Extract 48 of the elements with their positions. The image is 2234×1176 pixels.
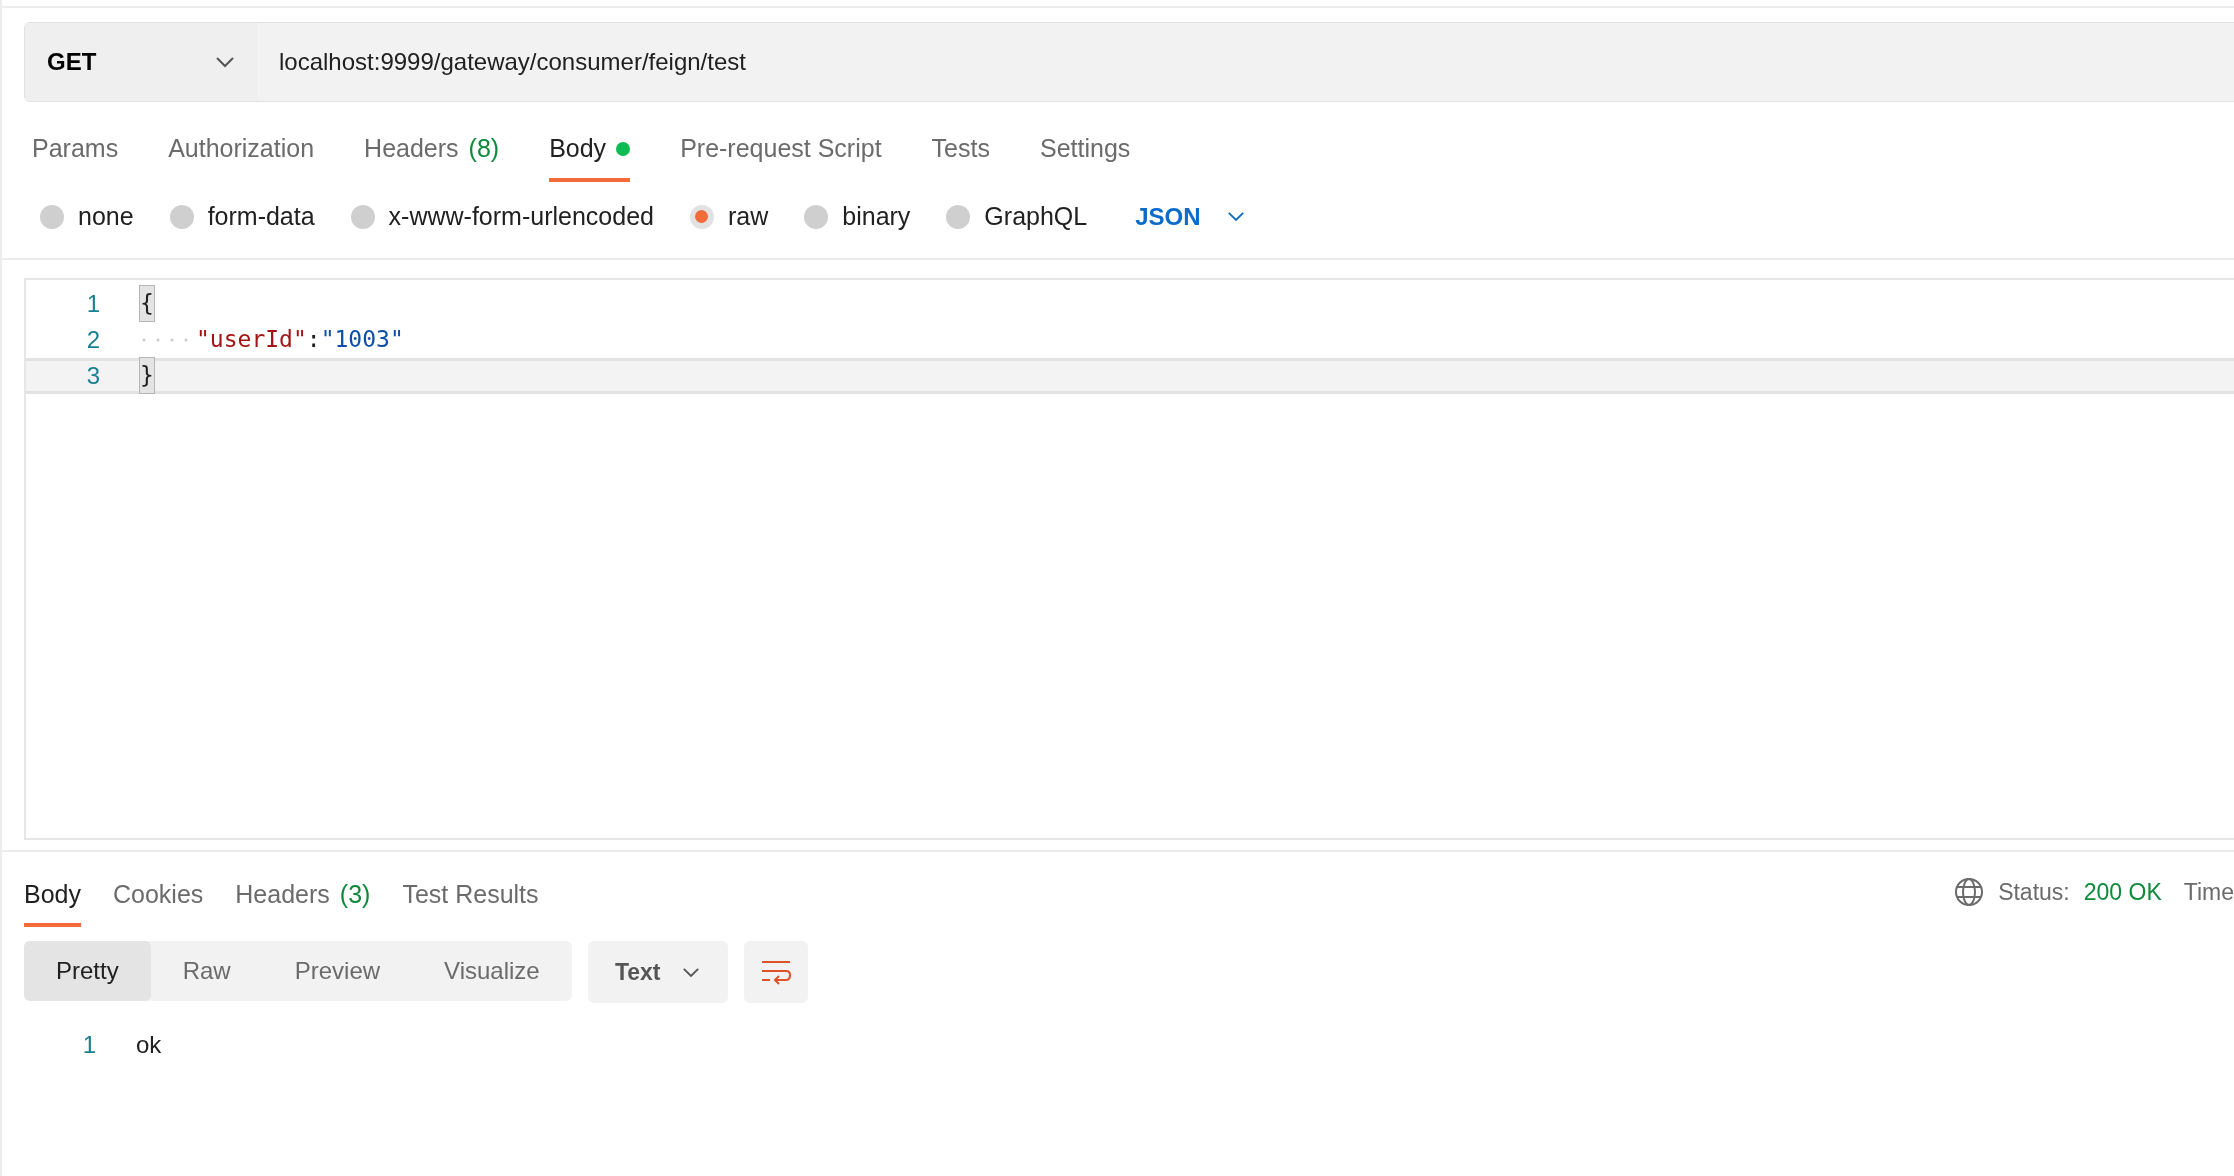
response-tab[interactable]: Headers (3) [235, 867, 371, 927]
code-token: "1003" [320, 325, 404, 355]
request-tab[interactable]: Authorization [168, 122, 315, 182]
radio-button[interactable] [169, 204, 194, 229]
radio-label: binary [842, 200, 911, 232]
request-tab[interactable]: Tests [931, 122, 990, 182]
request-tab[interactable]: Headers (8) [364, 122, 500, 182]
time-label: Time [2183, 878, 2234, 907]
code-token: : [306, 325, 321, 355]
code-token: "userId" [196, 325, 307, 355]
format-dropdown[interactable]: Text [587, 941, 728, 1003]
radio-button[interactable] [40, 204, 64, 229]
response-tab[interactable]: Body [24, 867, 81, 927]
request-tab[interactable]: Pre-request Script [680, 122, 882, 182]
chevron-down-icon [682, 966, 701, 978]
format-dropdown[interactable]: JSON [1129, 197, 1251, 236]
radio-label: none [78, 200, 134, 232]
radio-label: form-data [207, 200, 315, 232]
radio-label: GraphQL [984, 200, 1088, 232]
code-editor[interactable]: 1 { 2 "userId":"1003" 3 } [24, 277, 2234, 840]
code-token: { [140, 286, 154, 321]
request-tab[interactable]: Body [549, 122, 631, 182]
status-value: 200 OK [2083, 878, 2162, 907]
line-number: 1 [85, 288, 100, 319]
response-text: ok [136, 1030, 162, 1060]
wrap-lines-button[interactable] [743, 941, 808, 1003]
view-mode-tab[interactable]: Pretty [24, 941, 151, 1001]
radio-button[interactable] [350, 204, 375, 229]
request-tab[interactable]: Params [32, 122, 119, 182]
status-label: Status: [1998, 878, 2070, 907]
code-token: } [140, 358, 154, 393]
radio-label: x-www-form-urlencoded [388, 200, 654, 232]
radio-label: raw [727, 200, 769, 232]
response-tab[interactable]: Cookies [113, 867, 204, 927]
wrap-lines-icon [759, 959, 792, 985]
radio-button[interactable] [804, 204, 829, 229]
response-tab[interactable]: Test Results [402, 867, 539, 927]
chevron-down-icon [1226, 211, 1245, 222]
view-mode-tab[interactable]: Preview [262, 941, 413, 1001]
view-mode-tab[interactable]: Raw [150, 941, 263, 1001]
radio-button[interactable] [946, 204, 971, 229]
line-number: 1 [81, 1030, 96, 1060]
globe-icon[interactable] [1954, 877, 1985, 908]
view-mode-tab[interactable]: Visualize [412, 941, 572, 1001]
line-number: 2 [85, 324, 100, 355]
radio-button[interactable] [689, 204, 714, 229]
request-tab[interactable]: Settings [1039, 122, 1131, 182]
line-number: 3 [85, 360, 100, 391]
